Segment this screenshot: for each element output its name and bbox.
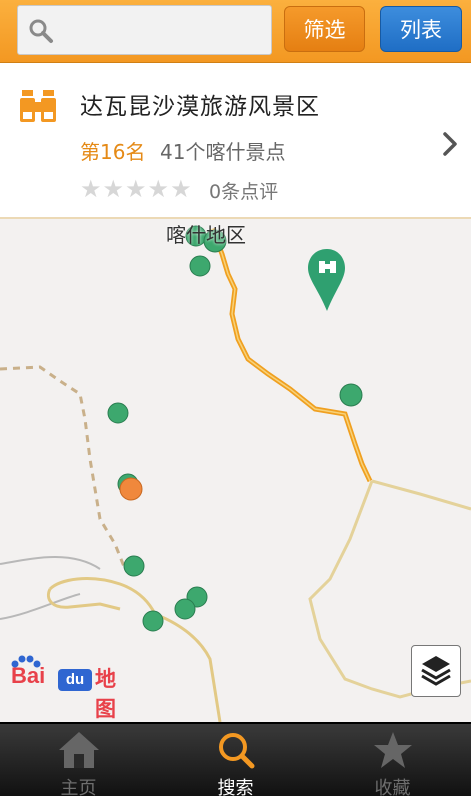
map-marker [142,610,164,632]
scenic-spot-card[interactable]: 达瓦昆沙漠旅游风景区 第16名 41个喀什景点 ★★★★★ 0条点评 [0,63,471,219]
region-label: 喀什地区 [166,223,246,247]
map-canvas[interactable] [0,219,471,722]
bottom-navigation: 主页 搜索 收藏 [0,722,471,796]
nav-search-label: 搜索 [217,778,254,796]
search-input[interactable] [60,14,265,46]
top-bar: 筛选 列表 [0,0,471,63]
nav-home[interactable]: 主页 [0,724,157,796]
home-icon [59,732,99,768]
map-highway-outline [211,228,371,482]
layers-button[interactable] [411,645,461,697]
logo-map-text: 地图 [95,667,116,721]
spot-rank: 第16名 [80,140,146,164]
nav-favorites-label: 收藏 [374,778,411,796]
nav-home-label: 主页 [60,778,97,796]
binoculars-pin-marker [308,249,345,311]
map-road [371,479,471,511]
map-road [46,588,121,611]
search-icon [29,19,53,43]
map-marker [339,383,363,407]
map-marker [189,255,211,277]
search-icon [219,733,255,769]
map-dashed-border [0,365,127,570]
nav-search[interactable]: 搜索 [157,724,314,796]
paw-icon [11,655,41,668]
map-marker [107,402,129,424]
search-box[interactable] [17,5,272,55]
chevron-right-icon[interactable] [440,131,460,157]
nav-favorites[interactable]: 收藏 [314,724,471,796]
layers-icon [421,656,451,686]
spot-count: 41个喀什景点 [160,140,286,164]
selected-map-marker [119,477,143,501]
star-icon [374,732,412,768]
rating-stars: ★★★★★ [80,175,193,203]
map-highway [209,228,373,483]
logo-du-text: du [58,669,92,691]
map-marker [123,555,145,577]
map-view[interactable]: 喀什地区 Bai du 地图 [0,219,471,722]
spot-title: 达瓦昆沙漠旅游风景区 [80,94,320,120]
map-marker [174,598,196,620]
review-count: 0条点评 [209,181,279,203]
binoculars-icon [20,90,56,122]
filter-button[interactable]: 筛选 [284,6,365,52]
list-button[interactable]: 列表 [380,6,462,52]
